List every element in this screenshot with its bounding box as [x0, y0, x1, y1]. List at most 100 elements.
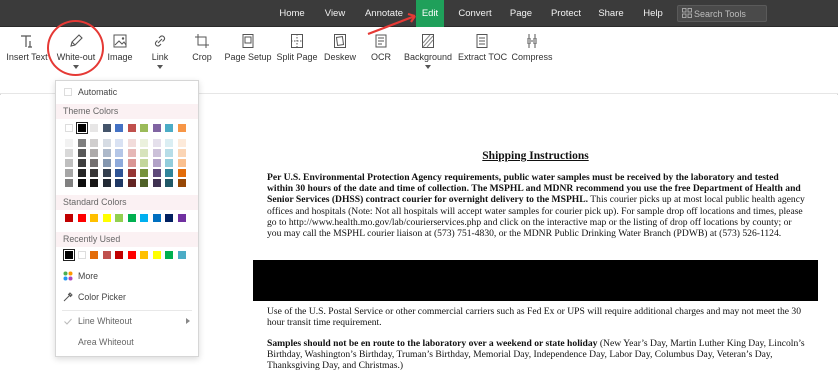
split-page-tool[interactable]: Split Page	[276, 27, 318, 87]
theme-shade-swatch[interactable]	[115, 139, 123, 147]
recent-color-swatch[interactable]	[152, 251, 161, 259]
extract-toc-tool[interactable]: Extract TOC	[458, 27, 507, 87]
theme-shade-swatch[interactable]	[177, 149, 186, 157]
theme-shade-swatch[interactable]	[177, 139, 186, 147]
menu-page[interactable]: Page	[506, 0, 536, 27]
theme-shade-swatch[interactable]	[65, 139, 73, 147]
theme-shade-swatch[interactable]	[127, 149, 136, 157]
recent-color-swatch[interactable]	[63, 249, 75, 261]
theme-shade-swatch[interactable]	[102, 169, 111, 177]
theme-shade-swatch[interactable]	[127, 139, 136, 147]
standard-color-swatch[interactable]	[165, 214, 173, 222]
chevron-down-icon[interactable]	[425, 65, 431, 69]
theme-shade-swatch[interactable]	[90, 139, 98, 147]
theme-shade-swatch[interactable]	[77, 179, 86, 187]
theme-shade-swatch[interactable]	[77, 149, 86, 157]
recent-color-swatch[interactable]	[165, 251, 173, 259]
theme-shade-swatch[interactable]	[65, 149, 73, 157]
more-colors-option[interactable]: More	[56, 267, 198, 285]
line-whiteout-option[interactable]: Line Whiteout	[56, 312, 198, 330]
standard-color-swatch[interactable]	[115, 214, 123, 222]
standard-color-swatch[interactable]	[90, 214, 98, 222]
menu-home[interactable]: Home	[272, 0, 312, 27]
theme-color-swatch[interactable]	[102, 124, 111, 132]
theme-shade-swatch[interactable]	[90, 179, 98, 187]
theme-shade-swatch[interactable]	[115, 169, 123, 177]
theme-shade-swatch[interactable]	[115, 149, 123, 157]
theme-shade-swatch[interactable]	[115, 179, 123, 187]
menu-protect[interactable]: Protect	[546, 0, 586, 27]
recent-color-swatch[interactable]	[177, 251, 186, 259]
standard-color-swatch[interactable]	[177, 214, 186, 222]
theme-color-swatch[interactable]	[177, 124, 186, 132]
search-tools-box[interactable]	[677, 5, 767, 22]
insert-text-tool[interactable]: Insert Text	[5, 27, 49, 87]
theme-shade-swatch[interactable]	[152, 159, 161, 167]
standard-color-swatch[interactable]	[65, 214, 73, 222]
link-tool[interactable]: Link	[143, 27, 177, 87]
area-whiteout-option[interactable]: Area Whiteout	[56, 333, 198, 351]
theme-shade-swatch[interactable]	[152, 149, 161, 157]
theme-shade-swatch[interactable]	[152, 139, 161, 147]
theme-shade-swatch[interactable]	[140, 149, 148, 157]
theme-color-swatch[interactable]	[115, 124, 123, 132]
theme-shade-swatch[interactable]	[102, 159, 111, 167]
recent-color-swatch[interactable]	[140, 251, 148, 259]
menu-share[interactable]: Share	[594, 0, 628, 27]
theme-color-swatch[interactable]	[90, 124, 98, 132]
theme-shade-swatch[interactable]	[140, 179, 148, 187]
theme-shade-swatch[interactable]	[77, 169, 86, 177]
standard-color-swatch[interactable]	[77, 214, 86, 222]
theme-shade-swatch[interactable]	[90, 149, 98, 157]
theme-shade-swatch[interactable]	[165, 139, 173, 147]
theme-color-swatch[interactable]	[65, 124, 73, 132]
theme-shade-swatch[interactable]	[165, 169, 173, 177]
recent-color-swatch[interactable]	[77, 251, 86, 259]
theme-shade-swatch[interactable]	[165, 149, 173, 157]
theme-shade-swatch[interactable]	[140, 159, 148, 167]
automatic-option[interactable]: Automatic	[56, 83, 198, 101]
theme-color-swatch[interactable]	[152, 124, 161, 132]
theme-shade-swatch[interactable]	[127, 179, 136, 187]
recent-color-swatch[interactable]	[115, 251, 123, 259]
theme-shade-swatch[interactable]	[165, 159, 173, 167]
theme-color-swatch[interactable]	[165, 124, 173, 132]
theme-shade-swatch[interactable]	[127, 169, 136, 177]
theme-shade-swatch[interactable]	[77, 159, 86, 167]
white-out-tool[interactable]: White-out	[54, 27, 98, 87]
theme-shade-swatch[interactable]	[177, 169, 186, 177]
theme-shade-swatch[interactable]	[165, 179, 173, 187]
theme-shade-swatch[interactable]	[65, 169, 73, 177]
page-setup-tool[interactable]: Page Setup	[224, 27, 272, 87]
standard-color-swatch[interactable]	[127, 214, 136, 222]
theme-shade-swatch[interactable]	[102, 179, 111, 187]
recent-color-swatch[interactable]	[90, 251, 98, 259]
theme-color-swatch[interactable]	[127, 124, 136, 132]
theme-shade-swatch[interactable]	[102, 139, 111, 147]
theme-shade-swatch[interactable]	[77, 139, 86, 147]
search-tools-input[interactable]	[694, 6, 764, 21]
theme-shade-swatch[interactable]	[127, 159, 136, 167]
theme-shade-swatch[interactable]	[90, 159, 98, 167]
menu-convert[interactable]: Convert	[452, 0, 498, 27]
chevron-down-icon[interactable]	[157, 65, 163, 69]
theme-shade-swatch[interactable]	[65, 159, 73, 167]
menu-help[interactable]: Help	[638, 0, 668, 27]
deskew-tool[interactable]: Deskew	[322, 27, 358, 87]
standard-color-swatch[interactable]	[140, 214, 148, 222]
theme-shade-swatch[interactable]	[140, 139, 148, 147]
theme-shade-swatch[interactable]	[177, 159, 186, 167]
standard-color-swatch[interactable]	[102, 214, 111, 222]
theme-shade-swatch[interactable]	[152, 179, 161, 187]
recent-color-swatch[interactable]	[127, 251, 136, 259]
theme-shade-swatch[interactable]	[152, 169, 161, 177]
compress-tool[interactable]: Compress	[511, 27, 553, 87]
theme-shade-swatch[interactable]	[65, 179, 73, 187]
theme-color-swatch[interactable]	[140, 124, 148, 132]
menu-view[interactable]: View	[318, 0, 352, 27]
theme-shade-swatch[interactable]	[140, 169, 148, 177]
chevron-down-icon[interactable]	[73, 65, 79, 69]
crop-tool[interactable]: Crop	[185, 27, 219, 87]
color-picker-option[interactable]: Color Picker	[56, 288, 198, 306]
standard-color-swatch[interactable]	[152, 214, 161, 222]
